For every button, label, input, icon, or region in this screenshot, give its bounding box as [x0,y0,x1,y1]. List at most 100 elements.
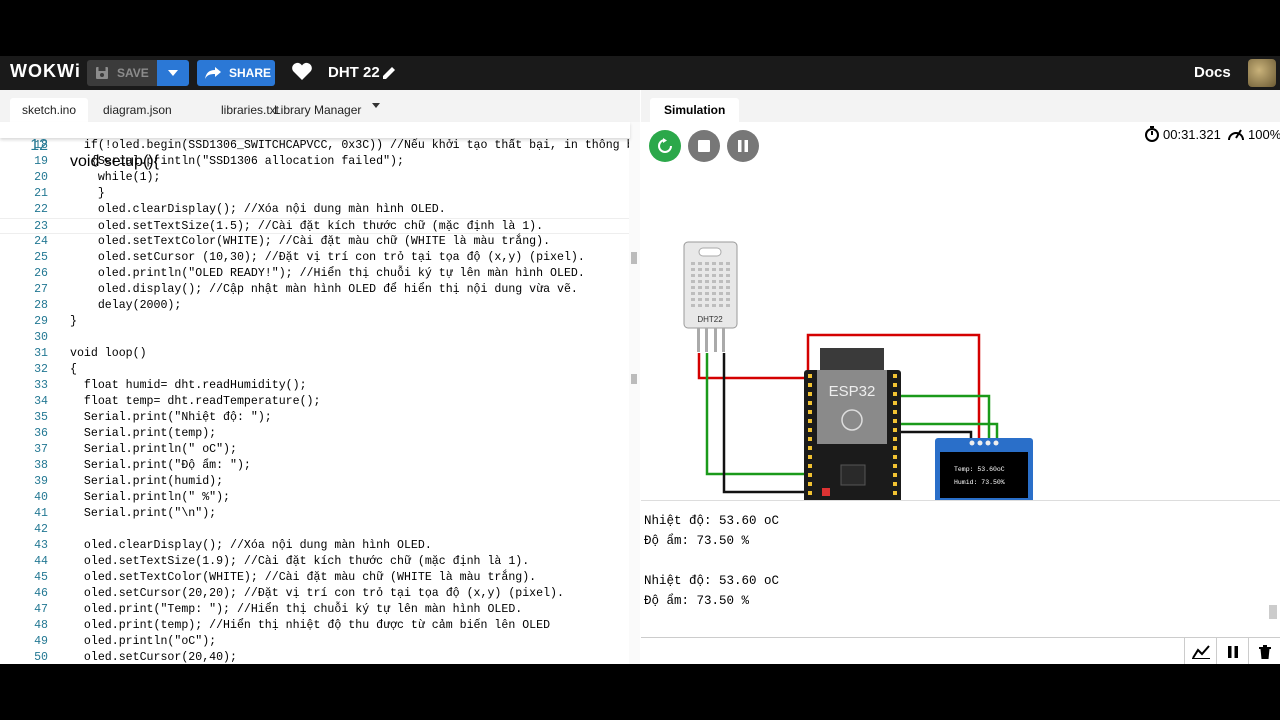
line-number: 24 [34,235,48,248]
code-line[interactable]: 50 oled.setCursor(20,40); [0,650,630,664]
wire-black-gnd[interactable] [722,353,809,494]
code-text: oled.setCursor (10,30); //Đặt vị trí con… [70,251,585,264]
circuit-canvas[interactable]: DHT22 ESP32 Temp: 53.60oC Humid: 73.50% [641,170,1280,500]
line-number: 43 [34,539,48,552]
code-line[interactable]: 28 delay(2000); [0,298,630,314]
code-editor-panel: sketch.ino diagram.json libraries.txt Li… [0,90,640,664]
code-line[interactable]: 34 float temp= dht.readTemperature(); [0,394,630,410]
code-line[interactable]: 35 Serial.print("Nhiệt độ: "); [0,410,630,426]
share-arrow-icon [205,67,221,79]
code-line[interactable]: 43 oled.clearDisplay(); //Xóa nội dung m… [0,538,630,554]
code-text: Serial.println(" oC"); [70,443,237,456]
share-label: SHARE [229,66,272,80]
code-line[interactable]: 25 oled.setCursor (10,30); //Đặt vị trí … [0,250,630,266]
editor-tabs: sketch.ino diagram.json libraries.txt Li… [0,90,640,122]
line-number: 21 [34,187,48,200]
code-line[interactable]: 48 oled.print(temp); //Hiển thị nhiệt độ… [0,618,630,634]
code-line[interactable]: 22 oled.clearDisplay(); //Xóa nội dung m… [0,202,630,218]
top-bar: WOKWi SAVE SHARE DHT 22 Docs [0,56,1280,90]
save-options-button[interactable] [157,60,189,86]
stop-simulation-button[interactable] [688,130,720,162]
serial-input[interactable] [641,637,1184,664]
code-line[interactable]: 37 Serial.println(" oC"); [0,442,630,458]
line-number: 34 [34,395,48,408]
code-line[interactable]: 47 oled.print("Temp: "); //Hiển thị chuỗ… [0,602,630,618]
line-number: 31 [34,347,48,360]
code-text: } [70,315,77,328]
line-number: 36 [34,427,48,440]
code-area[interactable]: 18 if(!oled.begin(SSD1306_SWITCHCAPVCC, … [0,122,630,664]
code-line[interactable]: 26 oled.println("OLED READY!"); //Hiển t… [0,266,630,282]
line-number: 40 [34,491,48,504]
oled-line-temp: Temp: 53.60oC [954,466,1005,473]
code-line[interactable]: 44 oled.setTextSize(1.9); //Cài đặt kích… [0,554,630,570]
code-line[interactable]: 40 Serial.println(" %"); [0,490,630,506]
wire-red-vcc[interactable] [697,353,809,380]
tab-simulation[interactable]: Simulation [650,98,740,122]
share-button[interactable]: SHARE [197,60,275,86]
wire-green-data[interactable] [705,353,809,476]
code-line[interactable]: 30 [0,330,630,346]
code-line[interactable]: 24 oled.setTextColor(WHITE); //Cài đặt m… [0,234,630,250]
edit-pencil-icon[interactable] [381,65,397,81]
code-text: oled.setCursor(20,20); //Đặt vị trí con … [70,587,564,600]
code-line[interactable]: 45 oled.setTextColor(WHITE); //Cài đặt m… [0,570,630,586]
code-text: oled.print("Temp: "); //Hiển thị chuỗi k… [70,603,523,616]
code-line[interactable]: 46 oled.setCursor(20,20); //Đặt vị trí c… [0,586,630,602]
code-line[interactable]: 42 [0,522,630,538]
code-text: oled.println("oC"); [70,635,217,648]
line-number: 45 [34,571,48,584]
pause-simulation-button[interactable] [727,130,759,162]
esp32-board[interactable]: ESP32 [804,348,901,500]
line-number: 25 [34,251,48,264]
code-text: float temp= dht.readTemperature(); [70,395,321,408]
serial-scrollbar[interactable] [1269,605,1277,619]
sticky-scroll-line[interactable]: 12 void setup(){ [0,122,630,170]
pause-icon [1227,645,1238,658]
tab-library-manager[interactable]: Library Manager [262,98,373,122]
code-line[interactable]: 39 Serial.print(humid); [0,474,630,490]
save-button[interactable]: SAVE [87,60,157,86]
code-line[interactable]: 49 oled.println("oC"); [0,634,630,650]
chevron-down-icon [168,70,178,76]
code-text: oled.clearDisplay(); //Xóa nội dung màn … [70,539,432,552]
code-line[interactable]: 31 void loop() [0,346,630,362]
code-text: oled.display(); //Cập nhật màn hình OLED… [70,283,578,296]
code-line[interactable]: 27 oled.display(); //Cập nhật màn hình O… [0,282,630,298]
code-line[interactable]: 23 oled.setTextSize(1.5); //Cài đặt kích… [0,218,630,234]
code-line[interactable]: 20 while(1); [0,170,630,186]
code-line[interactable]: 21 } [0,186,630,202]
plotter-button[interactable] [1184,637,1216,664]
code-text: Serial.print("\n"); [70,507,217,520]
editor-scrollbar[interactable] [629,122,640,664]
code-line[interactable]: 32 { [0,362,630,378]
code-text: oled.setTextColor(WHITE); //Cài đặt màu … [70,571,537,584]
user-avatar[interactable] [1248,59,1276,87]
dht22-sensor[interactable]: DHT22 [683,241,738,352]
oled-display[interactable]: Temp: 53.60oC Humid: 73.50% [935,438,1033,500]
code-line[interactable]: 38 Serial.print("Độ ẩm: "); [0,458,630,474]
tab-diagram[interactable]: diagram.json [91,98,184,122]
code-line[interactable]: 41 Serial.print("\n"); [0,506,630,522]
pause-icon [738,140,748,152]
code-line[interactable]: 33 float humid= dht.readHumidity(); [0,378,630,394]
mcu-label: ESP32 [829,383,876,400]
code-line[interactable]: 18 if(!oled.begin(SSD1306_SWITCHCAPVCC, … [0,138,630,154]
line-number: 39 [34,475,48,488]
restart-icon [658,138,672,153]
docs-link[interactable]: Docs [1194,64,1231,81]
project-title[interactable]: DHT 22 [328,64,380,81]
clear-serial-button[interactable] [1248,637,1280,664]
heart-icon[interactable] [292,62,312,80]
code-line[interactable]: 36 Serial.print(temp); [0,426,630,442]
code-text: Serial.print(temp); [70,427,217,440]
line-number: 38 [34,459,48,472]
tab-sketch[interactable]: sketch.ino [10,98,89,122]
tabs-menu-chevron-icon[interactable] [372,103,380,108]
line-number: 42 [34,523,48,536]
code-line[interactable]: 29} [0,314,630,330]
wokwi-logo[interactable]: WOKWi [10,61,81,82]
restart-simulation-button[interactable] [649,130,681,162]
code-text: if(!oled.begin(SSD1306_SWITCHCAPVCC, 0x3… [70,139,630,152]
pause-serial-button[interactable] [1216,637,1248,664]
